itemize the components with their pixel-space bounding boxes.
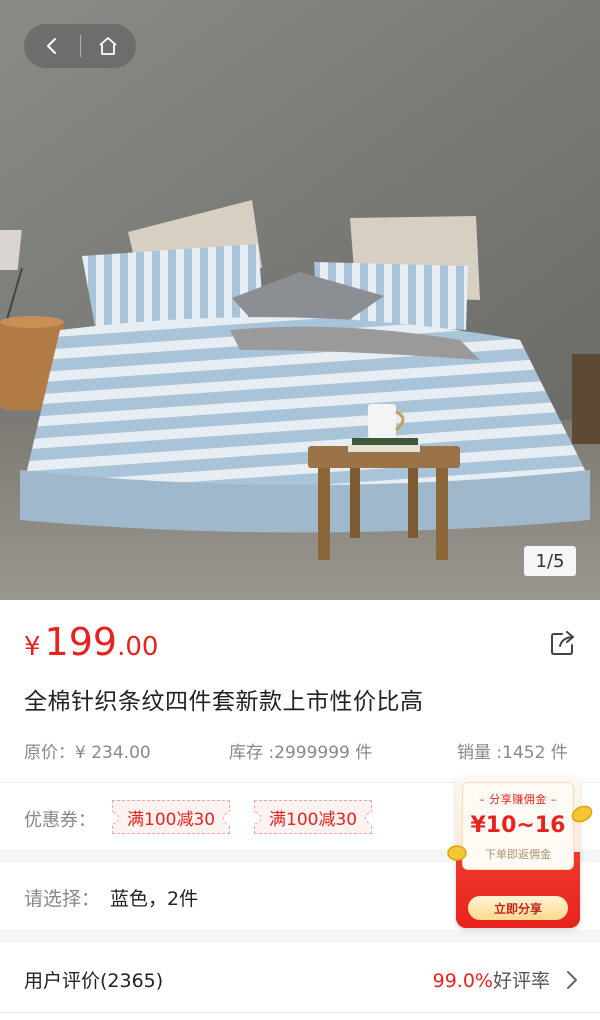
divider xyxy=(0,1012,600,1013)
commission-amount: ¥10~16 xyxy=(470,813,566,838)
home-icon xyxy=(99,37,117,55)
share-now-button[interactable]: 立即分享 xyxy=(468,896,568,920)
chevron-left-icon xyxy=(46,38,56,54)
positive-rate-value: 99.0% xyxy=(432,970,493,992)
share-button[interactable] xyxy=(548,628,578,658)
positive-rate: 99.0%好评率 xyxy=(433,966,550,993)
product-meta: 原价：¥ 234.00 库存 :2999999 件 销量 :1452 件 xyxy=(24,738,576,763)
share-icon xyxy=(551,631,574,655)
product-title: 全棉针织条纹四件套新款上市性价比高 xyxy=(24,689,424,715)
coupon-label: 优惠券： xyxy=(24,810,96,831)
coin-icon xyxy=(447,845,467,861)
select-value: 蓝色，2件 xyxy=(110,888,199,910)
price: ¥ 199 .00 xyxy=(24,620,576,670)
chevron-right-icon xyxy=(567,971,577,989)
price-currency: ¥ xyxy=(24,632,41,662)
original-price: 原价：¥ 234.00 xyxy=(24,743,151,763)
reviews-label: 用户评价(2365) xyxy=(24,970,164,992)
commission-info: – 分享赚佣金 – ¥10~16 下单即返佣金 xyxy=(462,782,574,870)
home-button[interactable] xyxy=(80,24,136,68)
coupon-1[interactable]: 满100减30 xyxy=(112,800,231,834)
coin-icon xyxy=(571,805,593,823)
price-decimal: .00 xyxy=(117,632,159,662)
coupon-2[interactable]: 满100减30 xyxy=(254,800,373,834)
gallery-page-indicator: 1/5 xyxy=(524,546,576,576)
product-photo xyxy=(0,0,600,600)
sales-count: 销量 :1452 件 xyxy=(457,743,568,763)
price-integer: 199 xyxy=(44,620,118,664)
nav-pill xyxy=(24,24,136,68)
commission-card[interactable]: – 分享赚佣金 – ¥10~16 下单即返佣金 立即分享 xyxy=(446,772,594,932)
product-image-gallery[interactable]: 1/5 xyxy=(0,0,600,600)
commission-tag: – 分享赚佣金 – xyxy=(479,793,557,806)
select-label: 请选择： xyxy=(24,888,101,910)
stock-count: 库存 :2999999 件 xyxy=(229,743,373,763)
back-button[interactable] xyxy=(24,24,80,68)
commission-subtext: 下单即返佣金 xyxy=(485,848,551,861)
commission-panel: – 分享赚佣金 – ¥10~16 下单即返佣金 立即分享 xyxy=(456,776,580,928)
reviews-row[interactable]: 用户评价(2365) 99.0%好评率 xyxy=(0,950,600,1010)
positive-rate-label: 好评率 xyxy=(492,970,550,992)
